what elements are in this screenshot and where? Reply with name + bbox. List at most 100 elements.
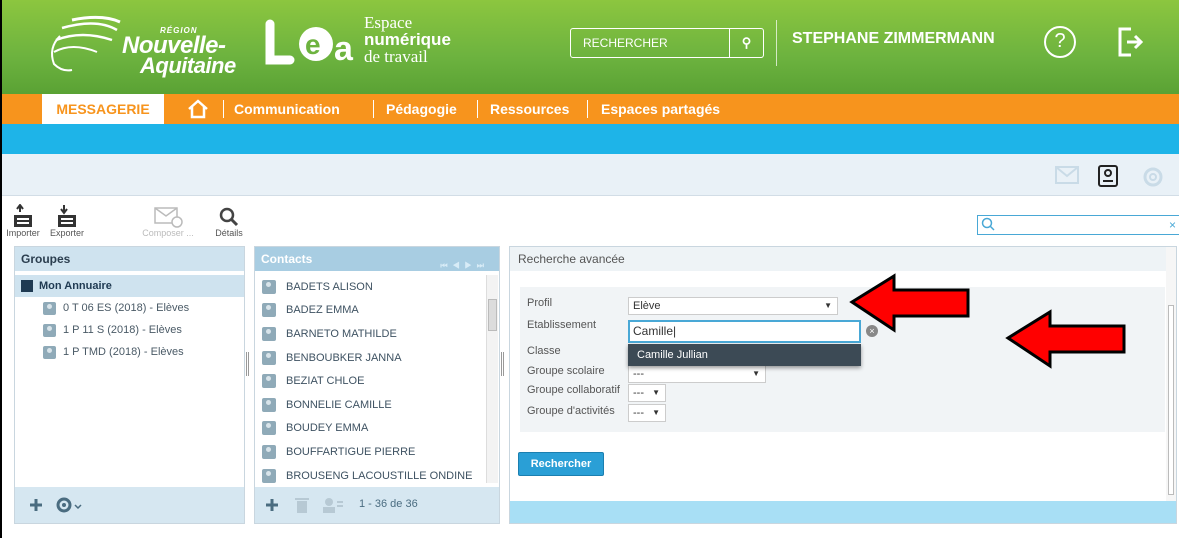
import-icon <box>14 204 32 227</box>
group-item[interactable]: 1 P TMD (2018) - Elèves <box>15 341 244 363</box>
add-icon[interactable] <box>29 498 43 512</box>
profil-select[interactable]: Elève ▼ <box>628 297 838 315</box>
contact-name: BENBOUBKER JANNA <box>286 351 402 364</box>
groupe-scolaire-label: Groupe scolaire <box>527 365 605 377</box>
scrollbar-thumb[interactable] <box>1168 305 1174 495</box>
directory-icon[interactable] <box>1096 164 1120 188</box>
groupe-collaboratif-select[interactable]: --- ▼ <box>628 384 666 402</box>
contacts-header: Contacts ⏮◀▶⏭ <box>255 247 499 271</box>
etablissement-input[interactable]: Camille| <box>628 320 861 343</box>
groupe-activites-select[interactable]: --- ▼ <box>628 404 666 422</box>
contact-row[interactable]: BOUFFARTIGUE PIERRE <box>255 440 487 464</box>
groupe-scolaire-value: --- <box>633 368 644 380</box>
tab-messagerie[interactable]: MESSAGERIE <box>42 94 164 124</box>
global-search-input[interactable]: RECHERCHER <box>571 29 729 57</box>
groupe-collaboratif-value: --- <box>633 387 644 399</box>
user-icon <box>262 468 276 483</box>
import-button[interactable]: Importer <box>0 202 46 238</box>
group-item-label: 0 T 06 ES (2018) - Elèves <box>63 302 190 314</box>
nav-separator <box>477 100 478 118</box>
user-name[interactable]: STEPHANE ZIMMERMANN <box>792 30 995 48</box>
groupe-activites-value: --- <box>633 407 644 419</box>
group-item-label: 1 P 11 S (2018) - Elèves <box>63 324 182 336</box>
help-icon[interactable]: ? <box>1044 26 1076 58</box>
export-button[interactable]: Exporter <box>44 202 90 238</box>
user-icon <box>262 374 276 389</box>
nav-item-espaces-partages[interactable]: Espaces partagés <box>601 94 720 124</box>
contact-row[interactable]: BROUSENG LACOUSTILLE ONDINE <box>255 464 487 483</box>
settings-icon[interactable] <box>1140 164 1166 190</box>
profil-value: Elève <box>633 300 661 312</box>
contacts-footer: 1 - 36 de 36 <box>255 487 499 523</box>
contact-row[interactable]: BONNELIE CAMILLE <box>255 393 487 417</box>
etablissement-label: Etablissement <box>527 319 597 331</box>
group-item[interactable]: 1 P 11 S (2018) - Elèves <box>15 319 244 341</box>
header-divider <box>776 20 777 66</box>
contact-name: BROUSENG LACOUSTILLE ONDINE <box>286 469 473 482</box>
contact-name: BEZIAT CHLOE <box>286 375 365 388</box>
contact-row[interactable]: BEZIAT CHLOE <box>255 369 487 393</box>
profil-label: Profil <box>527 297 553 309</box>
user-icon <box>262 444 276 459</box>
contact-name: BOUFFARTIGUE PIERRE <box>286 445 416 458</box>
groups-panel: Groupes Mon Annuaire 0 T 06 ES (2018) - … <box>14 246 245 524</box>
group-item[interactable]: 0 T 06 ES (2018) - Elèves <box>15 297 244 319</box>
contact-name: BONNELIE CAMILLE <box>286 398 392 411</box>
nav-item-pedagogie[interactable]: Pédagogie <box>386 94 457 124</box>
contact-row[interactable]: BADETS ALISON <box>255 275 487 299</box>
home-icon[interactable] <box>187 98 209 120</box>
logout-icon[interactable] <box>1117 26 1143 58</box>
group-root-mon-annuaire[interactable]: Mon Annuaire <box>15 275 244 297</box>
panel-splitter[interactable] <box>246 352 249 376</box>
export-label: Exporter <box>49 228 84 238</box>
contact-name: BADETS ALISON <box>286 280 373 293</box>
contact-row[interactable]: BARNETO MATHILDE <box>255 322 487 346</box>
chevron-down-icon: ▼ <box>752 369 760 378</box>
lea-logo: e a <box>265 19 354 68</box>
search-scrollbar[interactable] <box>1166 247 1176 501</box>
autocomplete-suggestion[interactable]: Camille Jullian <box>628 344 861 366</box>
compose-icon <box>154 207 183 228</box>
contact-row[interactable]: BENBOUBKER JANNA <box>255 346 487 370</box>
groupe-scolaire-select[interactable]: --- ▼ <box>628 365 766 383</box>
app-header: RÉGION Nouvelle- Aquitaine e a Espace nu… <box>2 0 1179 94</box>
secondary-toolbar <box>2 154 1179 196</box>
contacts-scrollbar[interactable] <box>486 275 498 483</box>
panel-splitter[interactable] <box>501 352 504 376</box>
groupe-collaboratif-label: Groupe collaboratif <box>527 384 620 396</box>
rechercher-button[interactable]: Rechercher <box>518 452 604 476</box>
nav-item-ressources[interactable]: Ressources <box>490 94 569 124</box>
scrollbar-thumb[interactable] <box>488 299 497 331</box>
app-banner <box>2 124 1179 154</box>
gear-menu-icon[interactable] <box>55 496 83 514</box>
compose-label: Composer ... <box>142 228 194 238</box>
nav-separator <box>373 100 374 118</box>
search-footer <box>510 501 1176 523</box>
region-logo: RÉGION Nouvelle- Aquitaine <box>42 12 242 78</box>
user-icon <box>262 397 276 412</box>
compose-button[interactable]: Composer ... <box>142 202 194 238</box>
groups-header: Groupes <box>15 247 244 271</box>
nav-item-communication[interactable]: Communication <box>234 94 340 124</box>
mail-icon[interactable] <box>1054 164 1080 186</box>
group-users-icon[interactable] <box>321 496 345 514</box>
clear-icon[interactable]: × <box>1169 218 1176 232</box>
groups-footer <box>15 487 244 523</box>
trash-icon[interactable] <box>295 496 309 514</box>
magnifier-icon <box>219 207 239 227</box>
users-icon <box>43 323 56 337</box>
region-swirl-icon <box>51 15 121 72</box>
add-icon[interactable] <box>265 498 279 512</box>
details-button[interactable]: Détails <box>206 202 252 238</box>
nav-separator <box>587 100 588 118</box>
chevron-down-icon: ▼ <box>652 408 660 417</box>
global-search[interactable]: RECHERCHER ⚲ <box>570 28 764 58</box>
contact-row[interactable]: BADEZ EMMA <box>255 299 487 323</box>
search-icon[interactable]: ⚲ <box>729 29 763 57</box>
contact-filter-input[interactable]: × <box>977 215 1179 235</box>
contacts-count: 1 - 36 de 36 <box>359 498 418 510</box>
contact-name: BOUDEY EMMA <box>286 422 369 435</box>
details-label: Détails <box>215 228 243 238</box>
contact-row[interactable]: BOUDEY EMMA <box>255 417 487 441</box>
chevron-down-icon: ▼ <box>824 301 832 310</box>
